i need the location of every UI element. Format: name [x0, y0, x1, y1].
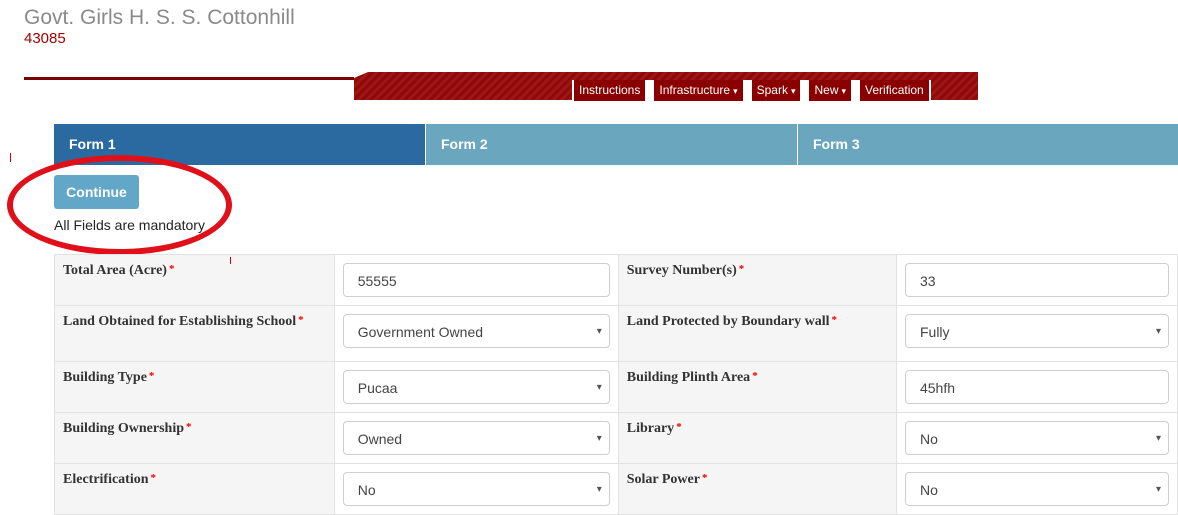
nav-spark[interactable]: Spark ▾ — [751, 80, 801, 101]
field-label: Land Protected by Boundary wall * — [617, 305, 897, 362]
tab-form-2[interactable]: Form 2 — [425, 124, 797, 165]
required-marker: * — [298, 314, 304, 326]
field-cell: No ▾ — [333, 463, 619, 515]
form-row: Land Obtained for Establishing School * G… — [54, 305, 1178, 362]
chevron-down-icon: ▾ — [596, 382, 602, 393]
required-marker: * — [168, 263, 175, 275]
nav-infrastructure[interactable]: Infrastructure ▾ — [654, 80, 743, 101]
building-ownership-label: Building Ownership — [63, 421, 184, 436]
field-cell: 55555 — [333, 254, 619, 306]
total-area-label: Total Area (Acre) — [63, 263, 167, 278]
school-code: 43085 — [24, 30, 66, 47]
school-name: Govt. Girls H. S. S. Cottonhill — [24, 6, 295, 29]
caret-down-icon: ▾ — [841, 86, 847, 96]
field-label: Survey Number(s) * — [617, 254, 897, 306]
boundary-wall-label: Land Protected by Boundary wall — [626, 314, 830, 329]
chevron-down-icon: ▾ — [1155, 484, 1161, 495]
field-cell: No ▾ — [895, 412, 1178, 464]
form-tabs: Form 1 Form 2 Form 3 — [54, 124, 1178, 165]
field-label: Electrification * — [54, 463, 335, 515]
top-nav: Instructions Infrastructure ▾ Spark ▾ New ▾… — [572, 80, 931, 101]
plinth-area-label: Building Plinth Area — [626, 370, 751, 385]
form-row: Total Area (Acre) * 55555 Survey Number(s… — [54, 254, 1178, 306]
required-marker: * — [738, 263, 745, 275]
nav-new-label: New — [814, 83, 839, 97]
boundary-wall-value: Fully — [919, 324, 950, 340]
total-area-input[interactable]: 55555 — [342, 263, 610, 297]
form-row: Building Type * Pucaa ▾ Building Plinth Ar… — [54, 361, 1178, 413]
field-cell: 33 — [895, 254, 1178, 306]
required-marker: * — [148, 370, 155, 382]
required-marker: * — [831, 314, 838, 326]
building-ownership-select[interactable]: Owned ▾ — [342, 421, 610, 455]
field-cell: Government Owned ▾ — [333, 305, 619, 362]
nav-verification-label: Verification — [865, 83, 924, 97]
required-marker: * — [752, 370, 758, 382]
chevron-down-icon: ▾ — [596, 326, 602, 337]
school-infrastructure-form: Total Area (Acre) * 55555 Survey Number(s… — [54, 254, 1178, 515]
header-rule-line — [24, 77, 354, 80]
nav-instructions[interactable]: Instructions — [574, 80, 646, 101]
survey-number-label: Survey Number(s) — [626, 263, 737, 278]
building-type-select[interactable]: Pucaa ▾ — [342, 370, 610, 404]
stray-mark — [10, 153, 11, 162]
plinth-area-input[interactable]: 45hfh — [904, 370, 1169, 404]
field-label: Total Area (Acre) * — [54, 254, 335, 306]
electrification-label: Electrification — [63, 472, 149, 487]
field-label: Building Ownership * — [54, 412, 335, 464]
caret-down-icon: ▾ — [790, 86, 796, 96]
solar-power-value: No — [919, 482, 938, 498]
building-type-label: Building Type — [63, 370, 147, 385]
field-cell: 45hfh — [895, 361, 1178, 413]
mandatory-note: All Fields are mandatory — [54, 217, 205, 233]
field-cell: Pucaa ▾ — [333, 361, 619, 413]
field-label: Building Type * — [54, 361, 335, 413]
land-obtained-select[interactable]: Government Owned ▾ — [342, 314, 610, 348]
library-label: Library — [626, 421, 675, 436]
nav-spark-label: Spark — [756, 83, 788, 97]
continue-button[interactable]: Continue — [54, 175, 139, 209]
nav-verification[interactable]: Verification — [860, 80, 929, 101]
nav-new[interactable]: New ▾ — [809, 80, 852, 101]
field-label: Building Plinth Area * — [617, 361, 897, 413]
field-cell: Fully ▾ — [895, 305, 1178, 362]
building-ownership-value: Owned — [357, 431, 403, 447]
field-label: Library * — [617, 412, 897, 464]
land-obtained-label: Land Obtained for Establishing School — [63, 314, 297, 329]
solar-power-select[interactable]: No ▾ — [904, 472, 1169, 506]
library-value: No — [919, 431, 938, 447]
required-marker: * — [186, 421, 192, 433]
field-cell: Owned ▾ — [333, 412, 619, 464]
chevron-down-icon: ▾ — [1155, 433, 1161, 444]
library-select[interactable]: No ▾ — [904, 421, 1169, 455]
land-obtained-value: Government Owned — [357, 324, 484, 340]
solar-power-label: Solar Power — [626, 472, 700, 487]
required-marker: * — [676, 421, 682, 433]
form-row: Building Ownership * Owned ▾ Library * No ▾ — [54, 412, 1178, 464]
field-label: Solar Power * — [617, 463, 897, 515]
electrification-value: No — [357, 482, 376, 498]
caret-down-icon: ▾ — [733, 86, 738, 96]
chevron-down-icon: ▾ — [596, 484, 602, 495]
tab-form-3[interactable]: Form 3 — [797, 124, 1178, 165]
stray-mark — [230, 257, 231, 264]
chevron-down-icon: ▾ — [596, 433, 602, 444]
field-cell: No ▾ — [895, 463, 1178, 515]
survey-number-input[interactable]: 33 — [904, 263, 1169, 297]
tab-form-1[interactable]: Form 1 — [54, 124, 425, 165]
electrification-select[interactable]: No ▾ — [342, 472, 610, 506]
nav-infrastructure-label: Infrastructure — [659, 83, 731, 97]
field-label: Land Obtained for Establishing School * — [54, 305, 335, 362]
chevron-down-icon: ▾ — [1155, 326, 1161, 337]
boundary-wall-select[interactable]: Fully ▾ — [904, 314, 1169, 348]
required-marker: * — [150, 472, 157, 484]
required-marker: * — [701, 472, 708, 484]
building-type-value: Pucaa — [357, 380, 398, 396]
nav-instructions-label: Instructions — [579, 83, 641, 97]
form-row: Electrification * No ▾ Solar Power * No ▾ — [54, 463, 1178, 515]
